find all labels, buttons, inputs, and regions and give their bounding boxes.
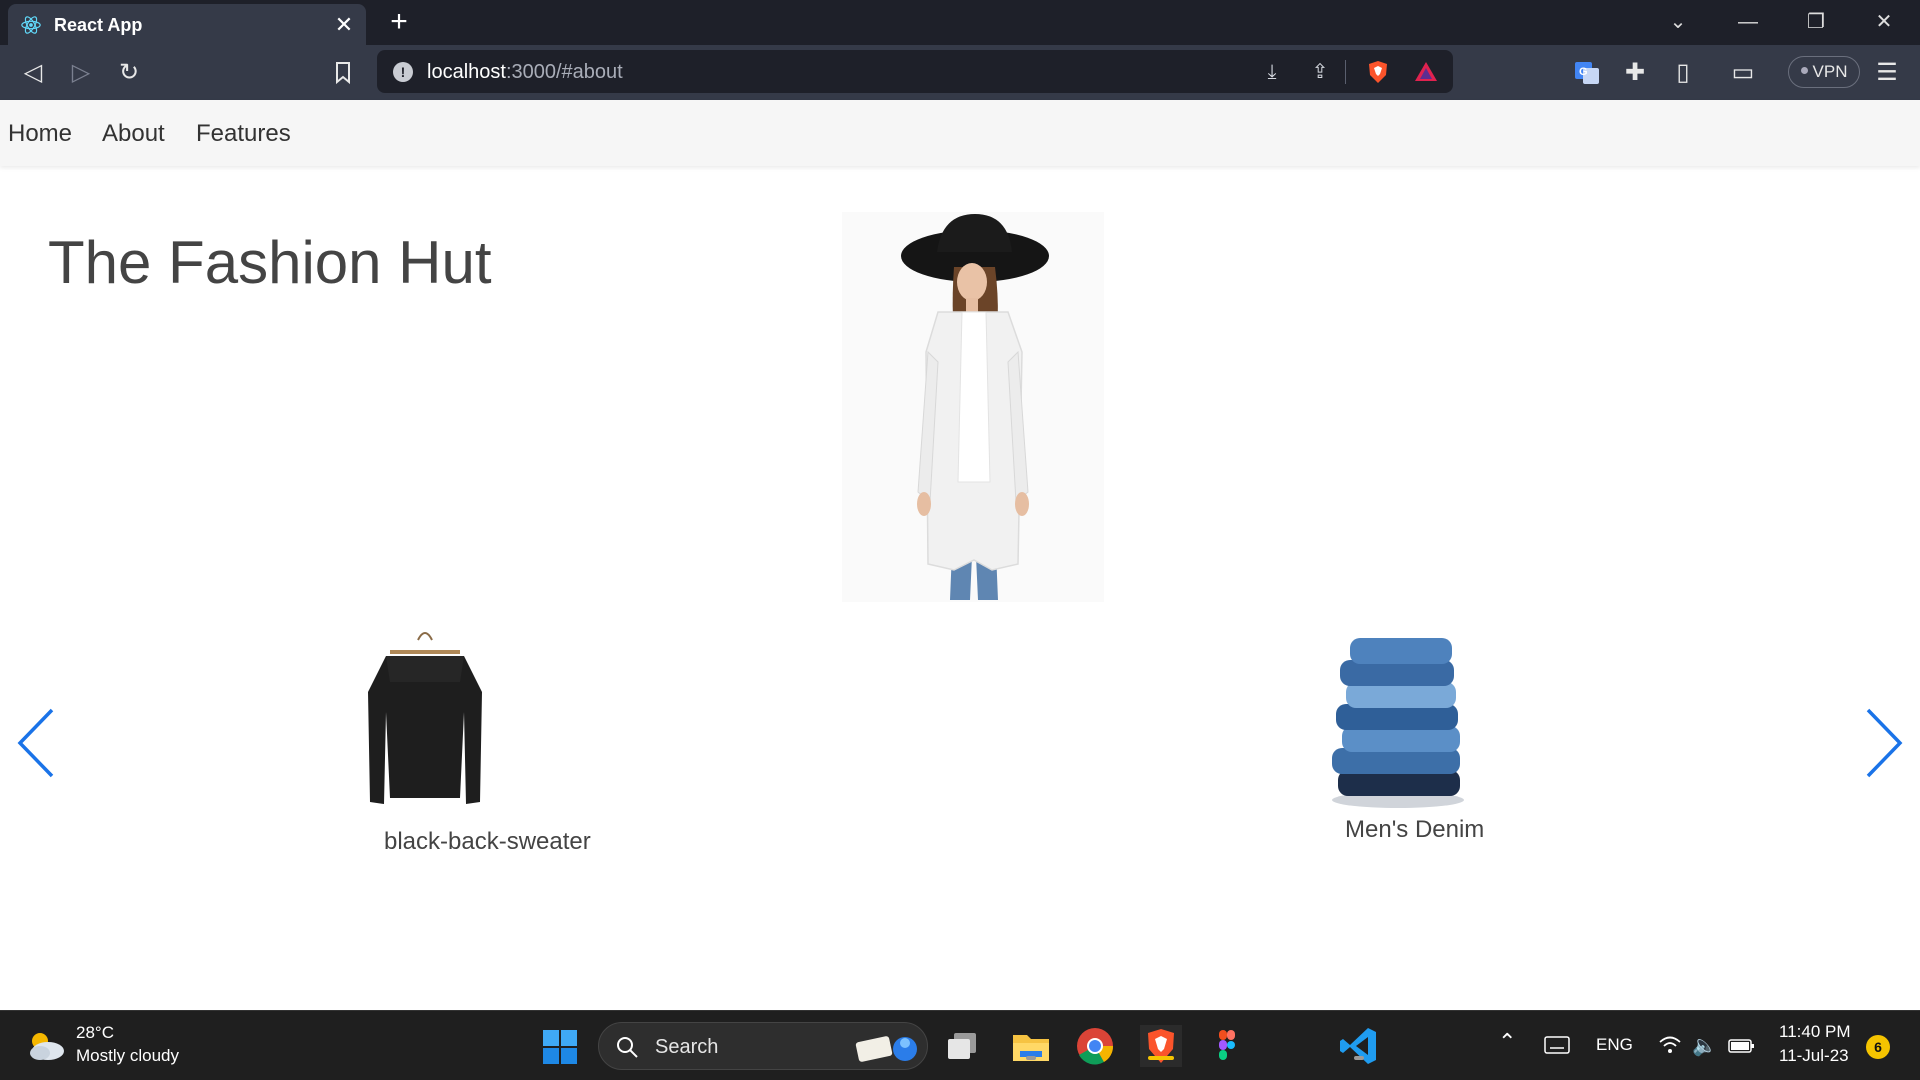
weather-description[interactable]: Mostly cloudy xyxy=(76,1046,179,1066)
bookmark-icon[interactable] xyxy=(328,58,358,88)
cloudy-weather-icon[interactable] xyxy=(26,1029,66,1063)
show-hidden-icons-chevron-icon[interactable]: ⌃ xyxy=(1498,1029,1516,1055)
brave-browser-icon[interactable] xyxy=(1140,1025,1182,1067)
search-icon xyxy=(617,1037,638,1058)
running-indicator xyxy=(1354,1056,1364,1060)
sidebar-icon[interactable]: ▯ xyxy=(1668,58,1698,88)
denim-product-image[interactable] xyxy=(1312,632,1482,810)
windows-start-icon[interactable] xyxy=(542,1029,578,1065)
product-caption: black-back-sweater xyxy=(384,828,591,855)
brave-shields-icon[interactable] xyxy=(1365,59,1391,85)
extensions-icon[interactable]: ✚ xyxy=(1620,58,1650,88)
page-title: The Fashion Hut xyxy=(48,229,492,296)
url-text[interactable]: localhost:3000/#about xyxy=(427,61,623,84)
chrome-icon[interactable] xyxy=(1074,1025,1116,1067)
carousel-prev-arrow-icon[interactable] xyxy=(14,706,58,780)
hero-model-image xyxy=(842,212,1104,602)
task-view-icon[interactable] xyxy=(942,1025,984,1067)
vpn-status-icon xyxy=(1800,67,1808,75)
new-tab-icon[interactable]: + xyxy=(384,7,414,38)
file-explorer-icon[interactable] xyxy=(1010,1025,1052,1067)
address-bar[interactable]: ! localhost:3000/#about ⤓ ⇪ xyxy=(377,50,1453,93)
language-indicator[interactable]: ENG xyxy=(1596,1035,1633,1055)
restore-icon[interactable]: ❐ xyxy=(1794,8,1838,36)
site-navbar: Home About Features xyxy=(0,100,1920,166)
forward-icon[interactable]: ▷ xyxy=(66,58,96,88)
figma-icon[interactable] xyxy=(1206,1025,1248,1067)
site-info-icon[interactable]: ! xyxy=(393,62,413,82)
download-icon[interactable]: ⤓ xyxy=(1259,59,1285,85)
svg-text:G: G xyxy=(1579,66,1588,78)
clock-date[interactable]: 11-Jul-23 xyxy=(1779,1046,1849,1066)
back-icon[interactable]: ◁ xyxy=(18,58,48,88)
share-icon[interactable]: ⇪ xyxy=(1307,59,1333,85)
browser-toolbar: ◁ ▷ ↻ ! localhost:3000/#about ⤓ ⇪ G ✚ ▯ … xyxy=(0,45,1920,100)
battery-icon[interactable] xyxy=(1728,1035,1756,1055)
react-logo-icon xyxy=(21,16,41,34)
tab-title: React App xyxy=(54,15,143,35)
close-window-icon[interactable]: ✕ xyxy=(1862,8,1906,36)
browser-tab[interactable]: React App ✕ xyxy=(8,4,366,45)
menu-icon[interactable]: ☰ xyxy=(1872,58,1902,88)
vpn-button[interactable]: VPN xyxy=(1788,56,1860,88)
carousel-next-arrow-icon[interactable] xyxy=(1862,706,1906,780)
divider xyxy=(1345,60,1346,84)
vscode-icon[interactable] xyxy=(1338,1025,1380,1067)
sweater-product-image[interactable] xyxy=(360,622,490,812)
clock-time[interactable]: 11:40 PM xyxy=(1779,1022,1851,1042)
weather-temperature[interactable]: 28°C xyxy=(76,1023,114,1043)
translate-icon[interactable]: G xyxy=(1572,58,1602,88)
close-tab-icon[interactable]: ✕ xyxy=(332,13,356,37)
active-indicator xyxy=(1148,1056,1174,1060)
nav-home[interactable]: Home xyxy=(8,120,72,148)
search-label: Search xyxy=(655,1036,719,1058)
volume-icon[interactable]: 🔈 xyxy=(1692,1033,1717,1058)
product-caption: Men's Denim xyxy=(1345,816,1485,843)
wallet-icon[interactable]: ▭ xyxy=(1728,58,1758,88)
browser-tab-bar: React App ✕ + ⌄ — ❐ ✕ xyxy=(0,0,1920,45)
keyboard-icon[interactable] xyxy=(1544,1035,1570,1055)
running-indicator xyxy=(1026,1056,1036,1060)
minimize-icon[interactable]: — xyxy=(1726,8,1770,36)
notification-badge[interactable]: 6 xyxy=(1866,1035,1890,1059)
nav-about[interactable]: About xyxy=(102,120,165,148)
reload-icon[interactable]: ↻ xyxy=(114,58,144,88)
wifi-icon[interactable] xyxy=(1658,1035,1682,1055)
tab-search-chevron-icon[interactable]: ⌄ xyxy=(1656,8,1700,36)
taskbar-search[interactable]: Search xyxy=(598,1022,928,1070)
nav-features[interactable]: Features xyxy=(196,120,291,148)
search-highlight-illustration-icon xyxy=(855,1036,917,1062)
brave-rewards-icon[interactable] xyxy=(1413,59,1439,85)
windows-taskbar: 28°C Mostly cloudy Search ⌃ ENG 🔈 11:40 … xyxy=(0,1010,1920,1080)
